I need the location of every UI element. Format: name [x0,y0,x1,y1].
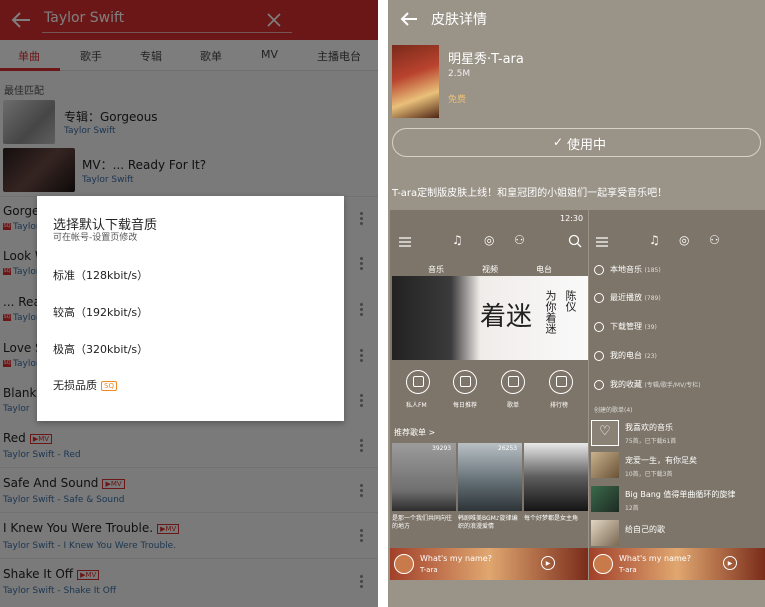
play-icon: ▶ [723,556,737,570]
quality-option-standard[interactable]: 标准（128kbit/s） [53,267,148,283]
playlist-cover: 39293 [392,443,456,511]
shortcut-label: 私人FM [406,402,427,409]
local-music-icon [594,264,604,275]
shortcut-label: 排行榜 [550,402,569,409]
menu-recent: 最近播放 (789) [594,292,661,303]
discover-icon: ◎ [679,233,690,247]
search-icon [568,234,582,248]
created-playlists-label: 创建的歌单(4) [594,407,633,414]
fm-icon [406,370,430,394]
skin-price: 免费 [448,95,467,105]
preview-banner: 着迷 为你着迷 陈仪 [392,276,588,360]
preview-tab-video: 视频 [482,265,498,274]
preview-tab-music: 音乐 [428,265,444,274]
download-icon [594,321,604,332]
shortcut-label: 歌单 [507,402,520,409]
menu-radio: 我的电台 (23) [594,350,657,361]
playlist-cover [591,520,619,546]
now-playing-title: What's my name? [420,554,492,563]
use-button-label: 使用中 [567,138,607,153]
play-count: 26253 [498,445,518,452]
menu-icon [596,237,608,247]
playlist-title: 我喜欢的音乐 [625,423,673,432]
playlist-title: Big Bang 值得单曲循环的旋律 [625,490,736,499]
now-playing-avatar [593,554,613,574]
shortcut-label: 每日推荐 [453,402,478,409]
music-note-icon: ♫ [452,233,463,247]
menu-downloads: 下载管理 (39) [594,321,657,332]
now-playing-bar: What's my name? T-ara ▶ [589,548,765,580]
download-quality-dialog: 选择默认下载音质 可在帐号-设置页修改 标准（128kbit/s） 较高（192… [37,196,344,421]
banner-side-text: 为你着迷 [544,290,557,334]
preview-home: 12:30 ♫ ◎ ⚇ 音乐 视频 电台 着迷 为你着迷 陈仪 私人FM 每日推… [390,210,588,580]
now-playing-avatar [394,554,414,574]
calendar-icon [453,370,477,394]
playlist-sub: 12首 [625,505,639,512]
menu-local-music: 本地音乐 (185) [594,264,661,275]
skin-size: 2.5M [448,69,471,79]
preview-tab-radio: 电台 [536,265,552,274]
skin-detail-screen: 皮肤详情 明星秀·T-ara 2.5M 免费 ✓ 使用中 T-ara定制版皮肤上… [388,0,765,607]
playlist-sub: 10首，已下载3首 [625,471,673,478]
play-icon: ▶ [541,556,555,570]
playlist-cover [591,452,619,478]
check-icon: ✓ [553,135,564,149]
radio-icon [594,350,604,361]
favorites-icon [594,379,604,390]
preview-my-music: ♫ ◎ ⚇ 本地音乐 (185) 最近播放 (789) 下载管理 (39) 我的… [589,210,765,580]
quality-option-extreme[interactable]: 极高（320kbit/s） [53,341,148,357]
friends-icon: ⚇ [709,233,720,247]
chart-icon [549,370,573,394]
playlist-title: 宠爱一生，有你足矣 [625,456,697,465]
search-results-screen: Taylor Swift 单曲 歌手 专辑 歌单 MV 主播电台 最佳匹配 专辑… [0,0,378,607]
now-playing-artist: T-ara [619,566,637,574]
playlist-cover: 26253 [458,443,522,511]
now-playing-artist: T-ara [420,566,438,574]
playlist-icon [501,370,525,394]
now-playing-bar: What's my name? T-ara ▶ [390,548,588,580]
discover-icon: ◎ [484,233,495,247]
playlist-caption: 韩剧唯美BGM♪旋律编织的浪漫爱情 [458,515,518,530]
menu-favorites: 我的收藏 (专辑/歌手/MV/专栏) [594,379,701,390]
menu-icon [399,237,411,247]
skin-name: 明星秀·T-ara [448,52,524,67]
playlist-cover [591,486,619,512]
status-time: 12:30 [560,214,584,223]
banner-title: 着迷 [480,302,533,332]
playlist-title: 给自己的歌 [625,525,665,534]
now-playing-title: What's my name? [619,554,691,563]
use-skin-button[interactable]: ✓ 使用中 [392,128,761,157]
playlist-sub: 75首，已下载61首 [625,438,677,445]
skin-description: T-ara定制版皮肤上线！和皇冠团的小姐姐们一起享受音乐吧！ [392,188,668,199]
heart-icon: ♡ [591,420,619,446]
dialog-subtitle: 可在帐号-设置页修改 [53,233,138,243]
playlist-cover [524,443,588,511]
sq-badge: SQ [101,381,117,391]
play-count: 39293 [432,445,452,452]
banner-artist: 陈仪 [564,290,577,312]
page-title: 皮肤详情 [431,12,487,28]
friends-icon: ⚇ [514,233,525,247]
back-arrow-icon[interactable] [398,8,420,30]
screenshot-root: Taylor Swift 单曲 歌手 专辑 歌单 MV 主播电台 最佳匹配 专辑… [0,0,765,607]
playlist-caption: 是那一个我们共同向往的地方 [392,515,453,530]
music-note-icon: ♫ [649,233,660,247]
quality-option-higher[interactable]: 较高（192kbit/s） [53,304,148,320]
playlist-caption: 每个好梦都是女主角 [524,515,579,522]
recommend-section-title: 推荐歌单 > [394,428,436,437]
recent-icon [594,292,604,303]
skin-cover [392,45,439,118]
quality-option-lossless[interactable]: 无损品质 SQ [53,377,117,393]
